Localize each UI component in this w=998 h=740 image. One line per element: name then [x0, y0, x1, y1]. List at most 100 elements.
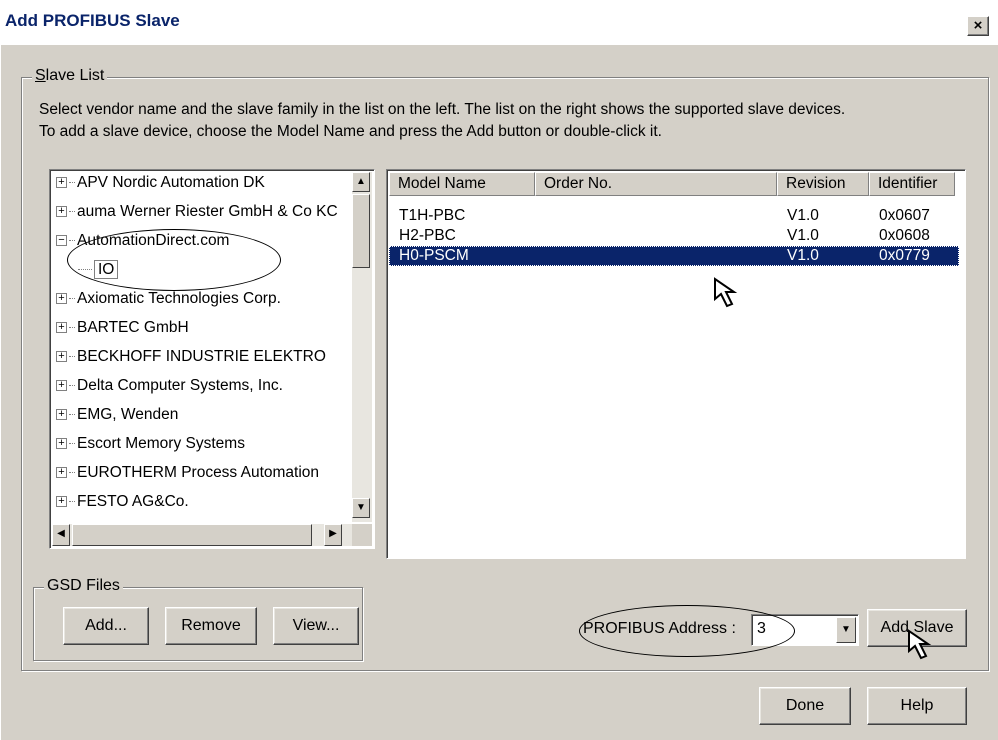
- table-cell-revision: V1.0: [787, 227, 819, 244]
- tree-connector: [69, 298, 75, 300]
- table-cell-identifier: 0x0607: [879, 207, 930, 224]
- close-button[interactable]: ×: [967, 16, 989, 36]
- scrollbar-corner: [352, 524, 372, 546]
- gsd-files-group-label: GSD Files: [44, 577, 123, 595]
- table-cell-identifier: 0x0779: [879, 247, 930, 264]
- mouse-pointer-icon: [714, 277, 738, 308]
- table-row[interactable]: H0-PSCM V1.0 0x0779: [389, 246, 959, 266]
- table-cell-revision: V1.0: [787, 207, 819, 224]
- expand-plus-icon[interactable]: +: [56, 409, 67, 421]
- mouse-pointer-icon: [908, 629, 932, 660]
- tree-item-label: AutomationDirect.com: [77, 232, 230, 249]
- profibus-address-combo[interactable]: 3 ▼: [751, 614, 859, 646]
- tree-connector: [69, 211, 75, 213]
- column-header-revision[interactable]: Revision: [777, 172, 869, 196]
- slave-list-description-line1: Select vendor name and the slave family …: [39, 101, 846, 118]
- gsd-remove-button[interactable]: Remove: [165, 607, 257, 645]
- vendor-tree-horizontal-scrollbar[interactable]: ◀ ▶: [52, 524, 352, 546]
- tree-vendor-item[interactable]: + Escort Memory Systems: [56, 435, 245, 459]
- tree-connector: [69, 327, 75, 329]
- done-button[interactable]: Done: [759, 687, 851, 725]
- tree-connector: [69, 472, 75, 474]
- horizontal-scroll-thumb[interactable]: [72, 524, 312, 546]
- tree-connector: [69, 182, 75, 184]
- tree-item-label: FESTO AG&Co.: [77, 493, 189, 510]
- scroll-right-button[interactable]: ▶: [324, 524, 342, 546]
- tree-child-item[interactable]: IO: [78, 260, 119, 285]
- tree-connector: [69, 240, 75, 242]
- table-row[interactable]: T1H-PBC V1.0 0x0607: [389, 206, 959, 226]
- tree-item-label: APV Nordic Automation DK: [77, 174, 265, 191]
- tree-connector: [69, 385, 75, 387]
- table-cell-model: H0-PSCM: [399, 247, 469, 264]
- vertical-scroll-thumb[interactable]: [352, 194, 370, 268]
- scroll-down-button[interactable]: ▼: [352, 498, 370, 518]
- expand-plus-icon[interactable]: +: [56, 206, 67, 218]
- slave-list-group-label: Slave List: [32, 67, 108, 85]
- add-profibus-slave-dialog: Add PROFIBUS Slave × Slave List Select v…: [0, 0, 998, 740]
- dialog-title: Add PROFIBUS Slave: [5, 11, 180, 30]
- tree-connector: [69, 414, 75, 416]
- help-button[interactable]: Help: [867, 687, 967, 725]
- expand-plus-icon[interactable]: +: [56, 467, 67, 479]
- column-header-order-no[interactable]: Order No.: [535, 172, 777, 196]
- tree-item-label: Escort Memory Systems: [77, 435, 245, 452]
- tree-connector: [69, 443, 75, 445]
- expand-plus-icon[interactable]: +: [56, 380, 67, 392]
- gsd-add-button[interactable]: Add...: [63, 607, 149, 645]
- scroll-right-arrow-icon: ▶: [329, 528, 337, 539]
- column-header-model-name[interactable]: Model Name: [389, 172, 535, 196]
- tree-item-label: EUROTHERM Process Automation: [77, 464, 320, 481]
- tree-item-label: Axiomatic Technologies Corp.: [77, 290, 281, 307]
- tree-connector: [78, 269, 92, 271]
- tree-vendor-item[interactable]: + FESTO AG&Co.: [56, 493, 189, 517]
- tree-vendor-item[interactable]: + auma Werner Riester GmbH & Co KC: [56, 203, 338, 227]
- tree-item-label: auma Werner Riester GmbH & Co KC: [77, 203, 338, 220]
- profibus-address-dropdown-button[interactable]: ▼: [836, 617, 856, 643]
- vendor-tree-vertical-scrollbar[interactable]: ▲ ▼: [352, 172, 372, 522]
- expand-plus-icon[interactable]: +: [56, 293, 67, 305]
- title-bar: Add PROFIBUS Slave ×: [1, 1, 998, 45]
- gsd-view-button[interactable]: View...: [273, 607, 359, 645]
- profibus-address-value: 3: [757, 620, 766, 637]
- tree-connector: [69, 356, 75, 358]
- expand-plus-icon[interactable]: +: [56, 177, 67, 189]
- collapse-minus-icon[interactable]: −: [56, 235, 67, 247]
- scroll-up-button[interactable]: ▲: [352, 172, 370, 192]
- tree-vendor-item[interactable]: + Delta Computer Systems, Inc.: [56, 377, 283, 401]
- tree-connector: [69, 501, 75, 503]
- slave-device-list[interactable]: Model Name Order No. Revision Identifier…: [386, 169, 966, 559]
- profibus-address-label: PROFIBUS Address :: [583, 620, 736, 637]
- slave-list-description-line2: To add a slave device, choose the Model …: [39, 123, 662, 140]
- tree-vendor-item[interactable]: + EUROTHERM Process Automation: [56, 464, 319, 488]
- tree-item-label: BECKHOFF INDUSTRIE ELEKTRO: [77, 348, 326, 365]
- slave-list-group-label-text: lave List: [45, 67, 105, 84]
- scroll-left-arrow-icon: ◀: [57, 528, 65, 539]
- scroll-up-arrow-icon: ▲: [356, 176, 366, 187]
- tree-item-label: EMG, Wenden: [77, 406, 179, 423]
- tree-item-label: IO: [94, 260, 119, 279]
- tree-vendor-item[interactable]: + BECKHOFF INDUSTRIE ELEKTRO: [56, 348, 326, 372]
- tree-vendor-item[interactable]: + Axiomatic Technologies Corp.: [56, 290, 281, 314]
- table-row[interactable]: H2-PBC V1.0 0x0608: [389, 226, 959, 246]
- tree-vendor-item[interactable]: + APV Nordic Automation DK: [56, 174, 265, 198]
- table-cell-model: H2-PBC: [399, 227, 456, 244]
- tree-vendor-item[interactable]: − AutomationDirect.com: [56, 232, 229, 256]
- tree-item-label: BARTEC GmbH: [77, 319, 189, 336]
- tree-item-label: Delta Computer Systems, Inc.: [77, 377, 283, 394]
- expand-plus-icon[interactable]: +: [56, 438, 67, 450]
- table-cell-model: T1H-PBC: [399, 207, 466, 224]
- expand-plus-icon[interactable]: +: [56, 496, 67, 508]
- scroll-left-button[interactable]: ◀: [52, 524, 70, 546]
- tree-vendor-item[interactable]: + EMG, Wenden: [56, 406, 178, 430]
- tree-vendor-item[interactable]: + BARTEC GmbH: [56, 319, 189, 343]
- expand-plus-icon[interactable]: +: [56, 322, 67, 334]
- table-cell-revision: V1.0: [787, 247, 819, 264]
- expand-plus-icon[interactable]: +: [56, 351, 67, 363]
- chevron-down-icon: ▼: [841, 624, 851, 635]
- vendor-tree[interactable]: + APV Nordic Automation DK + auma Werner Ri…: [49, 169, 375, 549]
- scroll-down-arrow-icon: ▼: [356, 502, 366, 513]
- table-cell-identifier: 0x0608: [879, 227, 930, 244]
- column-header-identifier[interactable]: Identifier: [869, 172, 955, 196]
- close-icon: ×: [973, 17, 983, 34]
